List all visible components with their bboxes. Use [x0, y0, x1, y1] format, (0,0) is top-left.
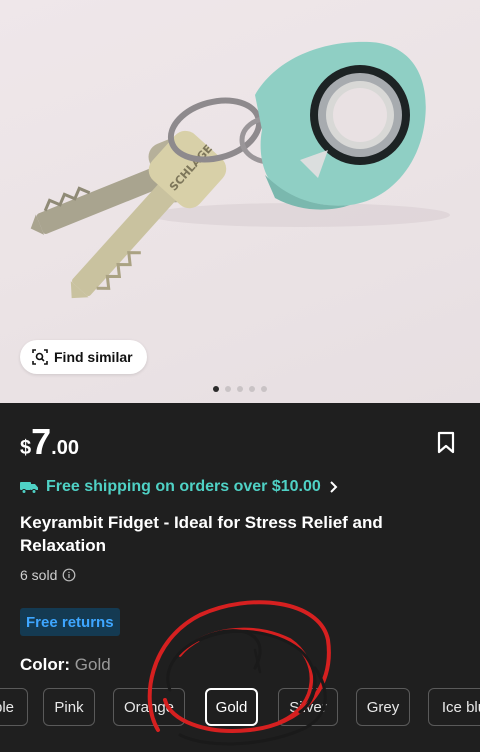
visual-search-icon	[32, 349, 48, 365]
color-option-silver[interactable]: Silver	[278, 688, 338, 726]
color-option-ice-blue[interactable]: Ice blu	[428, 688, 480, 726]
find-similar-button[interactable]: Find similar	[20, 340, 147, 374]
truck-icon	[20, 482, 38, 494]
free-shipping-link[interactable]: Free shipping on orders over $10.00	[20, 478, 339, 496]
color-option-pink[interactable]: Pink	[43, 688, 95, 726]
chevron-right-icon	[330, 481, 338, 493]
carousel-dot[interactable]	[249, 386, 255, 392]
price: $ 7 .00	[20, 424, 79, 460]
shipping-text: Free shipping on orders over $10.00	[46, 478, 321, 495]
price-fraction: .00	[51, 437, 79, 459]
carousel-dot[interactable]	[213, 386, 219, 392]
color-label: Color:	[20, 655, 71, 674]
bookmark-icon[interactable]	[436, 431, 456, 455]
carousel-dot[interactable]	[225, 386, 231, 392]
color-options: ple Pink Orange Gold Silver Grey Ice blu	[0, 688, 480, 728]
color-selection-label: Color: Gold	[20, 655, 111, 675]
price-whole: 7	[31, 421, 52, 462]
sold-text: 6 sold	[20, 567, 58, 583]
info-icon[interactable]	[62, 568, 76, 582]
carousel-dot[interactable]	[237, 386, 243, 392]
color-option-gold[interactable]: Gold	[205, 688, 258, 726]
carousel-dot[interactable]	[261, 386, 267, 392]
find-similar-label: Find similar	[54, 349, 133, 365]
color-option-orange[interactable]: Orange	[113, 688, 185, 726]
sold-count: 6 sold	[20, 567, 76, 583]
product-title: Keyrambit Fidget - Ideal for Stress Reli…	[20, 513, 383, 555]
product-image[interactable]: SCHLAGE Find similar	[0, 0, 480, 403]
color-value: Gold	[74, 655, 111, 674]
free-returns-badge[interactable]: Free returns	[20, 608, 120, 636]
carousel-indicator	[0, 386, 480, 392]
price-currency: $	[20, 437, 32, 459]
color-option-grey[interactable]: Grey	[356, 688, 410, 726]
color-option-purple[interactable]: ple	[0, 688, 28, 726]
